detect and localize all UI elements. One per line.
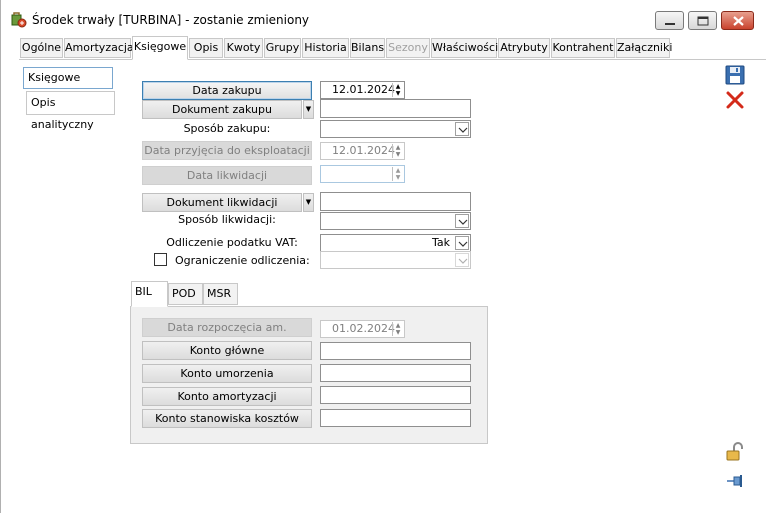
konto-umorzenia-field[interactable]: [320, 364, 471, 382]
tab-historia[interactable]: Historia: [302, 38, 349, 58]
chevron-down-icon: [458, 241, 468, 247]
section-item-opis-analityczny[interactable]: Opis analityczny: [26, 91, 115, 131]
ograniczenie-odliczenia-combo-arrow: [455, 253, 469, 267]
data-przyjecia-value: 12.01.2024: [332, 144, 395, 157]
data-zakupu-value: 12.01.2024: [332, 83, 395, 96]
spin-down-icon: ▼: [395, 151, 401, 158]
tab-ogolne[interactable]: Ogólne: [20, 38, 63, 58]
data-zakupu-button[interactable]: Data zakupu: [142, 81, 312, 100]
konto-stanowiska-field[interactable]: [320, 409, 471, 427]
ograniczenie-odliczenia-label: Ograniczenie odliczenia:: [175, 254, 310, 267]
spin-up-icon: ▲: [395, 83, 401, 90]
sposob-likwidacji-combo[interactable]: [320, 212, 471, 230]
data-przyjecia-spinner: ▲ ▼: [392, 144, 403, 158]
sposob-likwidacji-combo-arrow[interactable]: [455, 214, 469, 228]
window-title: Środek trwały [TURBINA] - zostanie zmien…: [32, 13, 310, 27]
ograniczenie-odliczenia-checkbox[interactable]: [154, 253, 167, 266]
odliczenie-vat-combo[interactable]: Tak: [320, 234, 471, 252]
sposob-likwidacji-label: Sposób likwidacji:: [178, 213, 276, 226]
tab-wlasciwosci[interactable]: Właściwości: [431, 38, 498, 58]
tab-amortyzacja[interactable]: Amortyzacja: [64, 38, 134, 58]
tab-ksiegowe[interactable]: Księgowe: [132, 36, 188, 60]
dropdown-arrow-icon: ▼: [305, 105, 312, 113]
main-window: Środek trwały [TURBINA] - zostanie zmien…: [0, 0, 766, 513]
main-tabstrip: Ogólne Amortyzacja Księgowe Opis Kwoty G…: [1, 36, 766, 60]
minimize-button[interactable]: [655, 11, 684, 30]
tab-pod[interactable]: POD: [168, 283, 203, 305]
sposob-zakupu-label: Sposób zakupu:: [183, 122, 271, 135]
konto-glowne-button[interactable]: Konto główne: [142, 341, 312, 360]
tab-bilans[interactable]: Bilans: [350, 38, 385, 58]
data-rozpoczecia-value: 01.02.2024: [332, 322, 395, 335]
pin-button[interactable]: [724, 470, 746, 492]
dokument-likwidacji-button[interactable]: Dokument likwidacji: [142, 193, 302, 212]
ksiegowe-pane: Data zakupu 12.01.2024 ▲ ▼ Dokument zakup…: [117, 64, 717, 504]
maximize-button[interactable]: [688, 11, 717, 30]
data-rozpoczecia-field: 01.02.2024 ▲ ▼: [320, 320, 405, 338]
tab-kontrahent[interactable]: Kontrahent: [551, 38, 615, 58]
dropdown-arrow-icon: ▼: [305, 198, 312, 206]
close-icon: [733, 16, 744, 26]
section-list: Księgowe Opis analityczny: [23, 64, 115, 504]
restore-icon: [697, 16, 709, 26]
minimize-icon: [665, 23, 675, 25]
data-zakupu-spinner[interactable]: ▲ ▼: [392, 83, 403, 97]
konto-glowne-field[interactable]: [320, 342, 471, 360]
tab-bil[interactable]: BIL: [131, 281, 168, 307]
save-button[interactable]: [724, 64, 746, 86]
chevron-down-icon: [458, 219, 468, 225]
odliczenie-vat-value: Tak: [431, 236, 450, 249]
data-likwidacji-button: Data likwidacji: [142, 166, 312, 185]
konto-umorzenia-button[interactable]: Konto umorzenia: [142, 364, 312, 383]
lock-button[interactable]: [724, 441, 746, 463]
data-przyjecia-button: Data przyjęcia do eksploatacji: [142, 141, 312, 160]
spin-up-icon: ▲: [395, 144, 401, 151]
sposob-zakupu-combo-arrow[interactable]: [455, 122, 469, 136]
ograniczenie-odliczenia-combo: [320, 251, 471, 269]
konto-stanowiska-button[interactable]: Konto stanowiska kosztów: [142, 409, 312, 428]
dokument-zakupu-field[interactable]: [320, 99, 471, 118]
delete-button[interactable]: [724, 89, 746, 111]
data-likwidacji-field[interactable]: ▲ ▼: [320, 165, 405, 183]
tab-sezony: Sezony: [386, 38, 430, 58]
close-button[interactable]: [721, 11, 754, 30]
data-likwidacji-spinner[interactable]: ▲ ▼: [392, 167, 403, 181]
section-item-ksiegowe[interactable]: Księgowe: [23, 67, 113, 89]
spin-down-icon: ▼: [395, 90, 401, 97]
data-rozpoczecia-spinner: ▲ ▼: [392, 322, 403, 336]
spin-down-icon: ▼: [395, 174, 401, 181]
pin-icon: [727, 475, 742, 487]
padlock-open-icon: [726, 442, 743, 461]
dokument-likwidacji-field[interactable]: [320, 192, 471, 211]
data-przyjecia-field: 12.01.2024 ▲ ▼: [320, 142, 405, 160]
tab-atrybuty[interactable]: Atrybuty: [498, 38, 550, 58]
delete-x-icon: [726, 91, 744, 109]
title-bar: Środek trwały [TURBINA] - zostanie zmien…: [1, 0, 766, 36]
tab-grupy[interactable]: Grupy: [264, 38, 301, 58]
spin-down-icon: ▼: [395, 329, 401, 336]
dokument-likwidacji-dropdown[interactable]: ▼: [303, 193, 314, 212]
odliczenie-vat-combo-arrow[interactable]: [455, 236, 469, 250]
sposob-zakupu-combo[interactable]: [320, 120, 471, 138]
konto-amortyzacji-field[interactable]: [320, 386, 471, 404]
dokument-zakupu-button[interactable]: Dokument zakupu: [142, 100, 302, 119]
tab-kwoty[interactable]: Kwoty: [224, 38, 263, 58]
spin-up-icon: ▲: [395, 322, 401, 329]
app-icon: [11, 12, 27, 28]
tab-opis[interactable]: Opis: [189, 38, 223, 58]
konto-amortyzacji-button[interactable]: Konto amortyzacji: [142, 387, 312, 406]
save-icon: [725, 65, 745, 85]
chevron-down-icon: [458, 258, 468, 264]
odliczenie-vat-label: Odliczenie podatku VAT:: [166, 236, 298, 249]
tab-msr[interactable]: MSR: [203, 283, 238, 305]
data-zakupu-field[interactable]: 12.01.2024 ▲ ▼: [320, 81, 405, 99]
data-rozpoczecia-button: Data rozpoczęcia am.: [142, 318, 312, 337]
chevron-down-icon: [458, 127, 468, 133]
spin-up-icon: ▲: [395, 167, 401, 174]
dokument-zakupu-dropdown[interactable]: ▼: [303, 100, 314, 119]
tab-zalaczniki[interactable]: Załączniki: [616, 38, 672, 58]
